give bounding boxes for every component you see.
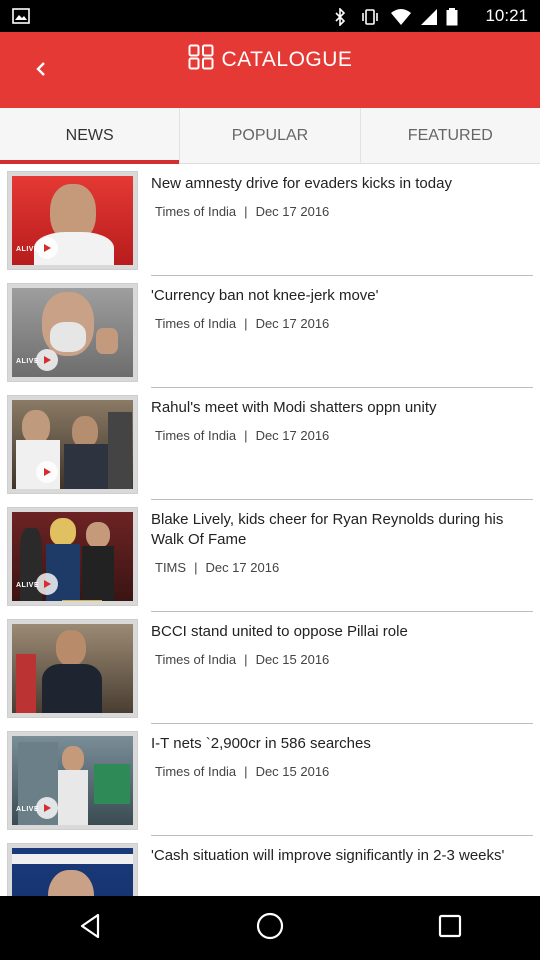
back-nav-button[interactable]: [60, 906, 120, 950]
article-source: Times of India: [155, 316, 237, 331]
article-thumbnail[interactable]: ALIVE: [7, 171, 138, 270]
article-meta: Times of India | Dec 15 2016: [155, 764, 533, 779]
meta-separator: |: [244, 652, 248, 667]
recents-nav-button[interactable]: [420, 906, 480, 950]
tab-news[interactable]: NEWS: [0, 108, 180, 164]
thumbnail-image: ALIVE: [12, 176, 133, 265]
meta-separator: |: [244, 316, 248, 331]
system-nav-bar: [0, 896, 540, 960]
signal-icon: [420, 8, 438, 31]
meta-separator: |: [244, 764, 248, 779]
article-source: Times of India: [155, 764, 237, 779]
article-source: TIMS: [155, 560, 187, 575]
play-icon: [36, 573, 58, 595]
vibrate-icon: [360, 8, 380, 31]
article-meta: Times of India | Dec 17 2016: [155, 204, 533, 219]
status-time: 10:21: [485, 6, 528, 25]
thumbnail-image: ALIVE: [12, 512, 133, 601]
article-date: Dec 15 2016: [255, 652, 330, 667]
wifi-icon: [390, 8, 412, 31]
article-source: Times of India: [155, 652, 237, 667]
article-date: Dec 17 2016: [255, 316, 330, 331]
list-item[interactable]: ALIVE I-T nets `2,900cr in 586 searches …: [0, 724, 540, 836]
tab-bar: NEWS POPULAR FEATURED: [0, 108, 540, 164]
thumbnail-image: [12, 400, 133, 489]
article-date: Dec 17 2016: [255, 204, 330, 219]
article-thumbnail[interactable]: ALIVE: [7, 731, 138, 830]
tab-popular[interactable]: POPULAR: [179, 108, 359, 163]
article-title: 'Currency ban not knee-jerk move': [151, 287, 379, 304]
tab-label: NEWS: [65, 126, 114, 144]
article-title: I-T nets `2,900cr in 586 searches: [151, 735, 371, 752]
header-title-group: CATALOGUE: [0, 44, 540, 75]
article-source: Times of India: [155, 204, 237, 219]
bluetooth-icon: [334, 7, 346, 31]
meta-separator: |: [194, 560, 198, 575]
tab-featured[interactable]: FEATURED: [359, 108, 540, 163]
home-nav-button[interactable]: [240, 906, 300, 950]
article-body: Blake Lively, kids cheer for Ryan Reynol…: [151, 510, 533, 575]
article-title: Blake Lively, kids cheer for Ryan Reynol…: [151, 511, 504, 548]
play-icon: [36, 237, 58, 259]
grid-icon: [188, 44, 214, 75]
photo-icon: [12, 8, 30, 29]
article-thumbnail[interactable]: [7, 395, 138, 494]
article-body: New amnesty drive for evaders kicks in t…: [151, 174, 533, 219]
article-date: Dec 17 2016: [255, 428, 330, 443]
article-body: I-T nets `2,900cr in 586 searches Times …: [151, 734, 533, 779]
list-item[interactable]: BCCI stand united to oppose Pillai role …: [0, 612, 540, 724]
app-header: CATALOGUE: [0, 32, 540, 108]
article-body: 'Cash situation will improve significant…: [151, 846, 533, 866]
meta-separator: |: [244, 428, 248, 443]
news-feed[interactable]: ALIVE New amnesty drive for evaders kick…: [0, 164, 540, 896]
tab-label: POPULAR: [231, 126, 309, 144]
play-icon: [36, 797, 58, 819]
thumbnail-image: [12, 848, 133, 896]
list-item[interactable]: ALIVE 'Currency ban not knee-jerk move' …: [0, 276, 540, 388]
article-title: New amnesty drive for evaders kicks in t…: [151, 175, 452, 192]
battery-icon: [446, 8, 458, 31]
thumbnail-image: ALIVE: [12, 288, 133, 377]
article-title: Rahul's meet with Modi shatters oppn uni…: [151, 399, 437, 416]
back-nav-icon: [78, 913, 102, 944]
article-body: 'Currency ban not knee-jerk move' Times …: [151, 286, 533, 331]
article-thumbnail[interactable]: ALIVE: [7, 283, 138, 382]
meta-separator: |: [244, 204, 248, 219]
play-icon: [36, 461, 58, 483]
article-meta: Times of India | Dec 17 2016: [155, 428, 533, 443]
article-body: Rahul's meet with Modi shatters oppn uni…: [151, 398, 533, 443]
list-item[interactable]: Rahul's meet with Modi shatters oppn uni…: [0, 388, 540, 500]
list-item[interactable]: ALIVE New amnesty drive for evaders kick…: [0, 164, 540, 276]
page-title: CATALOGUE: [221, 47, 353, 71]
status-bar: 10:21: [0, 0, 540, 32]
list-item[interactable]: ALIVE Blake Lively, kids cheer for Ryan …: [0, 500, 540, 612]
tab-label: FEATURED: [407, 126, 493, 144]
article-source: Times of India: [155, 428, 237, 443]
play-icon: [36, 349, 58, 371]
thumbnail-image: [12, 624, 133, 713]
article-thumbnail[interactable]: [7, 843, 138, 896]
article-thumbnail[interactable]: [7, 619, 138, 718]
article-thumbnail[interactable]: ALIVE: [7, 507, 138, 606]
article-date: Dec 15 2016: [255, 764, 330, 779]
article-meta: Times of India | Dec 15 2016: [155, 652, 533, 667]
recents-nav-icon: [437, 913, 463, 944]
article-body: BCCI stand united to oppose Pillai role …: [151, 622, 533, 667]
home-nav-icon: [255, 911, 285, 946]
list-item[interactable]: 'Cash situation will improve significant…: [0, 836, 540, 896]
article-title: BCCI stand united to oppose Pillai role: [151, 623, 408, 640]
article-date: Dec 17 2016: [205, 560, 280, 575]
article-meta: Times of India | Dec 17 2016: [155, 316, 533, 331]
thumbnail-image: ALIVE: [12, 736, 133, 825]
article-meta: TIMS | Dec 17 2016: [155, 560, 533, 575]
article-title: 'Cash situation will improve significant…: [151, 847, 505, 864]
